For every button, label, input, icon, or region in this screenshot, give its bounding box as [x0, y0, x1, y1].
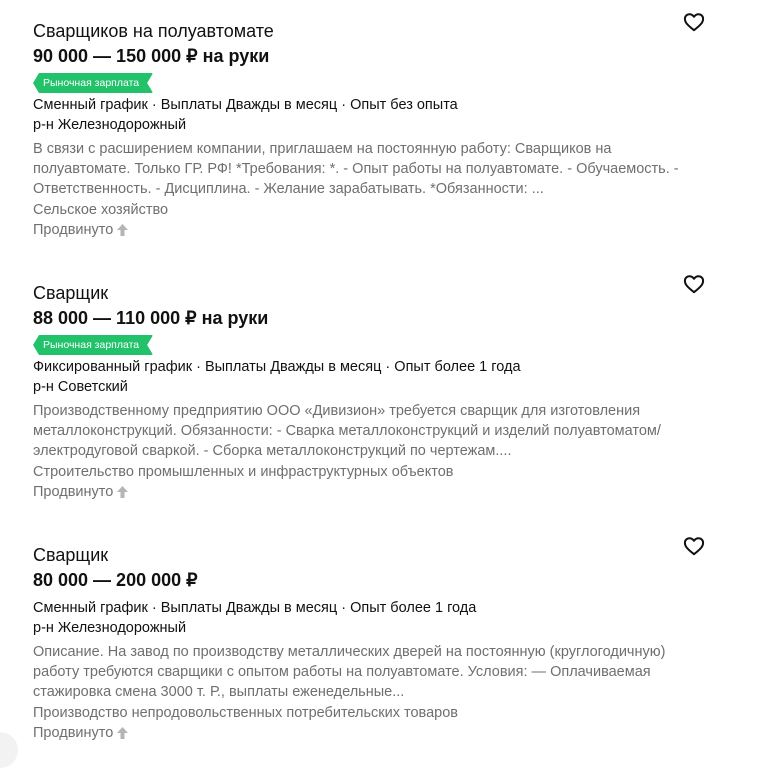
promoted-label: Продвинуто: [33, 220, 733, 240]
arrow-up-icon: [117, 727, 129, 739]
vacancy-description: В связи с расширением компании, приглаша…: [33, 141, 679, 197]
vacancy-title[interactable]: Сварщик: [33, 282, 733, 304]
arrow-up-icon: [117, 224, 129, 236]
promoted-text: Продвинуто: [33, 222, 114, 238]
corner-decoration: [0, 732, 18, 768]
market-salary-badge: Рыночная зарплата: [33, 335, 153, 355]
heart-outline-icon[interactable]: [683, 12, 705, 32]
vacancy-description: Производственному предприятию ООО «Дивиз…: [33, 403, 661, 459]
promoted-text: Продвинуто: [33, 484, 114, 500]
vacancy-salary: 88 000 — 110 000 ₽ на руки: [33, 308, 269, 328]
vacancy-conditions: Сменный график · Выплаты Дважды в месяц …: [33, 600, 477, 616]
promoted-label: Продвинуто: [33, 482, 733, 502]
promoted-label: Продвинуто: [33, 723, 733, 743]
vacancy-conditions: Фиксированный график · Выплаты Дважды в …: [33, 359, 521, 375]
heart-outline-icon[interactable]: [683, 274, 705, 294]
vacancy-salary: 90 000 — 150 000 ₽ на руки: [33, 46, 270, 66]
market-salary-badge: Рыночная зарплата: [33, 73, 153, 93]
promoted-text: Продвинуто: [33, 725, 114, 741]
vacancy-category: Сельское хозяйство: [33, 202, 169, 218]
vacancy-category: Производство непродовольственных потреби…: [33, 705, 458, 721]
vacancy-card[interactable]: Сварщиков на полуавтомате 90 000 — 150 0…: [33, 20, 733, 240]
vacancy-district: р-н Железнодорожный: [33, 117, 187, 133]
vacancy-conditions: Сменный график · Выплаты Дважды в месяц …: [33, 97, 458, 113]
vacancy-district: р-н Советский: [33, 379, 128, 395]
arrow-up-icon: [117, 486, 129, 498]
vacancy-title[interactable]: Сварщик: [33, 544, 733, 566]
vacancy-district: р-н Железнодорожный: [33, 620, 187, 636]
heart-outline-icon[interactable]: [683, 536, 705, 556]
vacancy-salary: 80 000 — 200 000 ₽: [33, 570, 198, 590]
vacancy-card[interactable]: Сварщик 88 000 — 110 000 ₽ на руки Рыноч…: [33, 282, 733, 502]
vacancy-title[interactable]: Сварщиков на полуавтомате: [33, 20, 733, 42]
vacancy-category: Строительство промышленных и инфраструкт…: [33, 464, 454, 480]
vacancy-card[interactable]: Сварщик 80 000 — 200 000 ₽ Сменный графи…: [33, 544, 733, 743]
vacancy-description: Описание. На завод по производству метал…: [33, 644, 666, 700]
